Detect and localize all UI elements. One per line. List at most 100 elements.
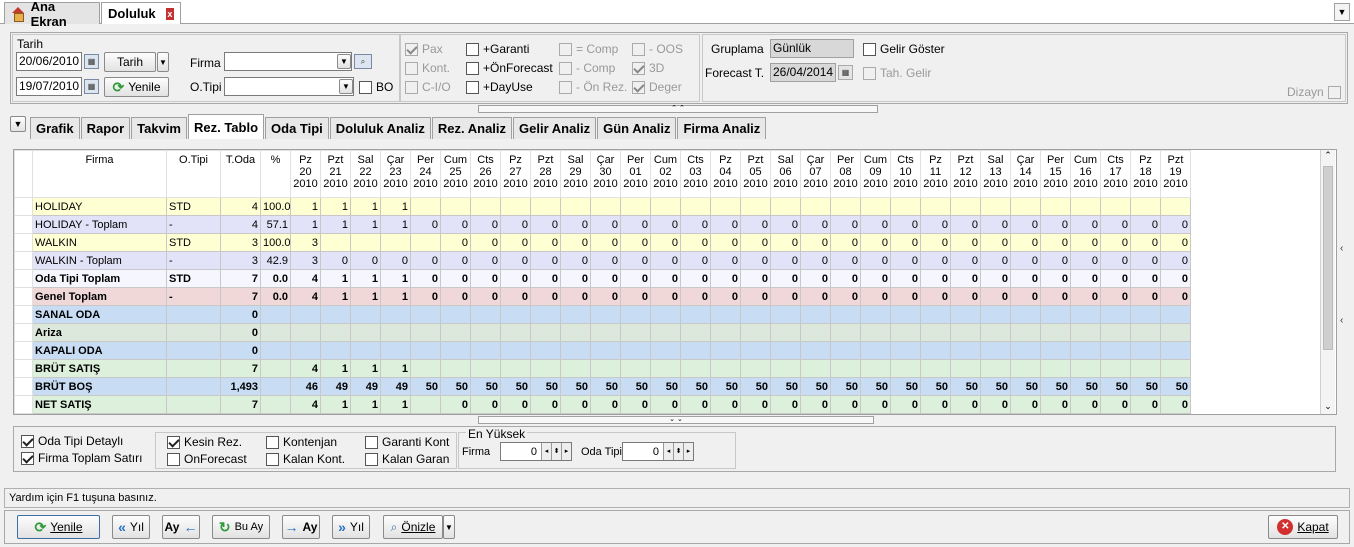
prev-month-button[interactable]: Ay ← xyxy=(162,515,200,539)
calendar-icon[interactable]: ▦ xyxy=(84,54,99,69)
option-checkbox-box[interactable] xyxy=(632,61,645,75)
oda-tipi-detayli-checkbox[interactable]: Oda Tipi Detaylı xyxy=(21,434,123,448)
column-header-day[interactable]: Pz 20 2010 xyxy=(290,150,321,198)
bo-checkbox-box[interactable] xyxy=(359,80,372,94)
next-month-button[interactable]: → Ay xyxy=(282,515,320,539)
side-collapse-icon[interactable]: ‹ xyxy=(1340,315,1343,326)
gelir-goster-checkbox[interactable]: Gelir Göster xyxy=(863,42,945,56)
table-row[interactable]: HOLIDAY STD 4 100.0 1 1 1 1 xyxy=(14,197,1191,216)
column-header-day[interactable]: Pzt 05 2010 xyxy=(740,150,771,198)
column-header-day[interactable]: Pz 18 2010 xyxy=(1130,150,1161,198)
option-checkbox[interactable]: +DayUse xyxy=(466,80,533,94)
column-header-day[interactable]: Per 24 2010 xyxy=(410,150,441,198)
onizle-dropdown-icon[interactable]: ▼ xyxy=(443,515,455,539)
table-row[interactable]: Genel Toplam -7 0.0 4 1 1 1 0 0 0 0 0 0 0 0 0 0 0 0 0 0 0 0 0 0 0… xyxy=(14,287,1191,306)
forecast-date-input[interactable]: 26/04/2014 xyxy=(770,63,836,82)
dizayn-box[interactable] xyxy=(1327,85,1341,99)
this-month-button[interactable]: ↻ Bu Ay xyxy=(212,515,270,539)
bottom-yenile-button[interactable]: ⟳ Yenile xyxy=(17,515,100,539)
option-checkbox[interactable]: Pax xyxy=(405,42,443,56)
kontenjan-checkbox[interactable]: Kontenjan xyxy=(266,435,337,449)
scroll-down-icon[interactable]: ⌄ xyxy=(1321,401,1335,412)
column-header-day[interactable]: Pzt 21 2010 xyxy=(320,150,351,198)
collapse-filter-handle[interactable]: ⌃ ⌃ xyxy=(478,105,878,113)
column-header-day[interactable]: Per 01 2010 xyxy=(620,150,651,198)
scroll-up-icon[interactable]: ⌃ xyxy=(1321,150,1335,164)
option-checkbox[interactable]: Deger xyxy=(632,80,682,94)
subtab-4[interactable]: Oda Tipi xyxy=(265,117,329,139)
tab-list-dropdown-icon[interactable]: ▼ xyxy=(1334,3,1350,21)
column-header-day[interactable]: Cts 17 2010 xyxy=(1100,150,1131,198)
gruplama-input[interactable]: Günlük xyxy=(770,39,854,58)
table-row[interactable]: WALKIN - Toplam -3 42.9 3 0 0 0 0 0 0 0 0 0 0 0 0 0 0 0 0 0 0… xyxy=(14,251,1191,270)
table-row[interactable]: KAPALI ODA 0 xyxy=(14,341,1191,360)
subtab-2[interactable]: Takvim xyxy=(131,117,187,139)
table-row[interactable]: HOLIDAY - Toplam -4 57.1 1 1 1 1 0 0 0 0 0 0 0 0 0 0 0 0 0 0… xyxy=(14,215,1191,234)
en-yuksek-oda-tipi-spinner[interactable]: 0 ◂ ⬍ ▸ xyxy=(622,442,694,461)
grid-vertical-scrollbar[interactable]: ⌃ ⌄ xyxy=(1320,150,1335,414)
kalan-garan-box[interactable] xyxy=(365,452,378,466)
kapat-button[interactable]: ✕ Kapat xyxy=(1268,515,1338,539)
calendar-icon[interactable]: ▦ xyxy=(84,79,99,94)
subtab-6[interactable]: Rez. Analiz xyxy=(431,117,513,139)
side-collapse-icon[interactable]: ‹ xyxy=(1340,243,1343,254)
close-tab-icon[interactable]: x xyxy=(165,7,174,20)
option-checkbox[interactable]: +ÖnForecast xyxy=(466,61,553,75)
column-header-day[interactable]: Pzt 12 2010 xyxy=(950,150,981,198)
collapse-bottom-handle[interactable]: ⌄ ⌄ xyxy=(478,416,874,424)
date-from-input[interactable]: 20/06/2010 xyxy=(16,52,82,71)
column-header-day[interactable]: Çar 14 2010 xyxy=(1010,150,1041,198)
en-yuksek-firma-spinner[interactable]: 0 ◂ ⬍ ▸ xyxy=(500,442,572,461)
column-header-day[interactable]: Cts 26 2010 xyxy=(470,150,501,198)
column-header-day[interactable]: Cum 02 2010 xyxy=(650,150,681,198)
date-to-input[interactable]: 19/07/2010 xyxy=(16,77,82,96)
table-row[interactable]: WALKIN STD 3 100.0 3 0 0 0 0 0 0 0 0 0 0 0 0 0 0 0 0 0 0 0 0 0 0 0 0… xyxy=(14,233,1191,252)
option-checkbox-box[interactable] xyxy=(632,80,645,94)
column-header-day[interactable]: Per 15 2010 xyxy=(1040,150,1071,198)
option-checkbox-box[interactable] xyxy=(559,42,572,56)
table-row[interactable]: Oda Tipi Toplam STD 7 0.0 4 1 1 1 0 0 0 0 0 0 0 0 0 0 0 0 0 0… xyxy=(14,269,1191,288)
column-header-day[interactable]: Pzt 28 2010 xyxy=(530,150,561,198)
column-header-day[interactable]: Sal 22 2010 xyxy=(350,150,381,198)
kalan-kont-box[interactable] xyxy=(266,452,279,466)
tarih-dropdown-icon[interactable]: ▼ xyxy=(157,52,169,72)
subtab-9[interactable]: Firma Analiz xyxy=(677,117,767,139)
spin-left-icon[interactable]: ◂ xyxy=(541,443,551,460)
option-checkbox-box[interactable] xyxy=(405,80,418,94)
column-header-day[interactable]: Pz 27 2010 xyxy=(500,150,531,198)
subtab-1[interactable]: Rapor xyxy=(80,117,131,139)
option-checkbox[interactable]: = Comp xyxy=(559,42,618,56)
onizle-button[interactable]: ⌕ Önizle xyxy=(383,515,443,539)
spin-right-icon[interactable]: ▸ xyxy=(561,443,571,460)
option-checkbox-box[interactable] xyxy=(466,42,479,56)
column-header-day[interactable]: Sal 13 2010 xyxy=(980,150,1011,198)
firma-dropdown-icon[interactable]: ▼ xyxy=(337,54,351,69)
option-checkbox-box[interactable] xyxy=(466,80,479,94)
spin-right-icon[interactable]: ▸ xyxy=(683,443,693,460)
table-row[interactable]: BRÜT BOŞ 1,493 46 49 49 49 50 50 50 50 50 50 50 50 50 5… xyxy=(14,377,1191,396)
table-row[interactable]: BRÜT SATIŞ 7 4 1 1 1 xyxy=(14,359,1191,378)
option-checkbox[interactable]: - Ön Rez. xyxy=(559,80,627,94)
subtab-5[interactable]: Doluluk Analiz xyxy=(329,117,431,139)
otipi-select[interactable] xyxy=(224,77,354,96)
firma-toplam-checkbox[interactable]: Firma Toplam Satırı xyxy=(21,451,142,465)
kalan-garan-checkbox[interactable]: Kalan Garan xyxy=(365,452,449,466)
firma-toplam-box[interactable] xyxy=(21,451,34,465)
otipi-dropdown-icon[interactable]: ▼ xyxy=(339,79,353,94)
onforecast-box[interactable] xyxy=(167,452,180,466)
kontenjan-box[interactable] xyxy=(266,435,279,449)
option-checkbox[interactable]: +Garanti xyxy=(466,42,529,56)
column-header-day[interactable]: Per 08 2010 xyxy=(830,150,861,198)
spin-left-icon[interactable]: ◂ xyxy=(663,443,673,460)
table-row[interactable]: NET SATIŞ 7 4 1 1 1 0 0 0 0 0 0 0 0 0 0 0 0 0 0 0 0 0 0 0 0 0 0 0 0 0 xyxy=(14,395,1191,414)
column-header-day[interactable]: Çar 23 2010 xyxy=(380,150,411,198)
kesin-rez-box[interactable] xyxy=(167,435,180,449)
calendar-icon[interactable]: ▦ xyxy=(838,65,853,80)
spin-updown-icon[interactable]: ⬍ xyxy=(673,443,683,460)
column-header-day[interactable]: Cts 03 2010 xyxy=(680,150,711,198)
option-checkbox-box[interactable] xyxy=(559,61,572,75)
option-checkbox[interactable]: Kont. xyxy=(405,61,450,75)
option-checkbox[interactable]: 3D xyxy=(632,61,664,75)
gelir-goster-box[interactable] xyxy=(863,42,876,56)
column-header-day[interactable]: Çar 30 2010 xyxy=(590,150,621,198)
